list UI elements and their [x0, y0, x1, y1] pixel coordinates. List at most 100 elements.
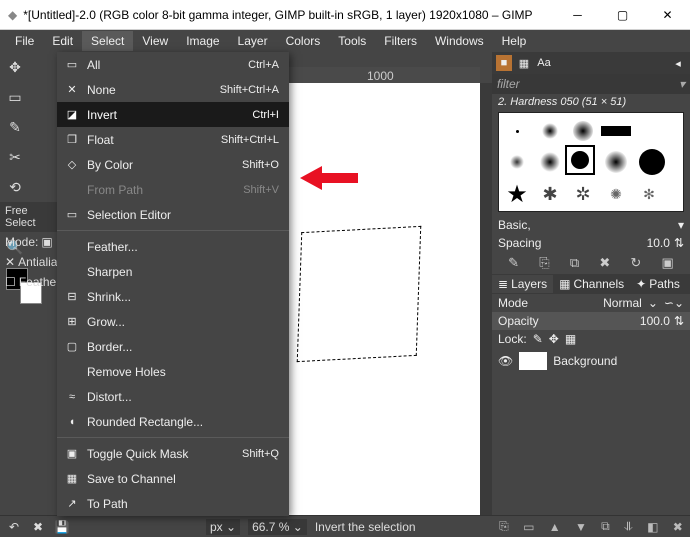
- menu-item-grow[interactable]: ⊞Grow...: [57, 309, 289, 334]
- free-select-tool-icon[interactable]: ✎: [3, 115, 27, 139]
- antialias-close-icon[interactable]: ✕: [5, 255, 15, 269]
- open-brush-icon[interactable]: ▣: [662, 255, 674, 271]
- to-path-icon: ↗: [63, 497, 81, 510]
- menu-item-border[interactable]: ▢Border...: [57, 334, 289, 359]
- lower-layer-icon[interactable]: ▼: [575, 520, 587, 534]
- annotation-arrow-icon: [300, 164, 360, 192]
- duplicate-brush-icon[interactable]: ⧉: [570, 255, 579, 271]
- menu-item-shrink[interactable]: ⊟Shrink...: [57, 284, 289, 309]
- cancel-icon[interactable]: ✖: [30, 520, 46, 534]
- undo-history-icon[interactable]: ↶: [6, 520, 22, 534]
- brush-filter-input[interactable]: filter▾: [492, 74, 690, 94]
- menu-item-remove-holes[interactable]: Remove Holes: [57, 359, 289, 384]
- unit-select[interactable]: px ⌄: [206, 519, 240, 535]
- new-layer-icon[interactable]: ⎘: [499, 519, 509, 534]
- menu-item-sharpen[interactable]: Sharpen: [57, 259, 289, 284]
- lock-pixels-icon[interactable]: ✎: [533, 332, 543, 346]
- new-brush-icon[interactable]: ⎘: [539, 255, 549, 271]
- menu-image[interactable]: Image: [177, 31, 228, 51]
- edit-brush-icon[interactable]: ✎: [508, 255, 519, 271]
- menu-select[interactable]: Select: [82, 31, 133, 51]
- menu-item-all[interactable]: ▭AllCtrl+A: [57, 52, 289, 77]
- mode-switch-icon[interactable]: ∽: [664, 296, 674, 310]
- rect-select-tool-icon[interactable]: ▭: [3, 85, 27, 109]
- menu-item-to-path[interactable]: ↗To Path: [57, 491, 289, 516]
- mode-icon[interactable]: ▣: [41, 235, 52, 249]
- tab-layers[interactable]: ≣Layers: [492, 275, 553, 293]
- layer-name: Background: [553, 354, 617, 368]
- layer-row[interactable]: 👁 Background: [492, 348, 690, 374]
- new-group-icon[interactable]: ▭: [523, 520, 534, 534]
- menu-windows[interactable]: Windows: [426, 31, 493, 51]
- patterns-tab-icon[interactable]: ▦: [516, 55, 532, 71]
- delete-brush-icon[interactable]: ✖: [599, 255, 610, 271]
- shrink-icon: ⊟: [63, 290, 81, 303]
- quick-mask-icon: ▣: [63, 447, 81, 460]
- lock-alpha-icon[interactable]: ▦: [565, 332, 576, 346]
- mask-layer-icon[interactable]: ◧: [647, 520, 658, 534]
- tab-menu-icon[interactable]: ◂: [670, 55, 686, 71]
- menu-item-by-color[interactable]: ◇By ColorShift+O: [57, 152, 289, 177]
- brushes-tab-icon[interactable]: ■: [496, 55, 512, 71]
- canvas[interactable]: [289, 83, 480, 515]
- scrollbar-vertical[interactable]: [480, 83, 492, 515]
- brush-grid[interactable]: ★ ✱ ✲ ✺ ✻: [498, 112, 684, 212]
- rounded-rect-icon: ◖: [63, 416, 81, 428]
- transform-tool-icon[interactable]: ⟲: [3, 175, 27, 199]
- close-button[interactable]: ✕: [645, 0, 690, 30]
- menu-item-float[interactable]: ❐FloatShift+Ctrl+L: [57, 127, 289, 152]
- menu-tools[interactable]: Tools: [329, 31, 375, 51]
- lock-position-icon[interactable]: ✥: [549, 332, 559, 346]
- crop-tool-icon[interactable]: ✂: [3, 145, 27, 169]
- tab-menu-icon[interactable]: ◂: [686, 276, 690, 293]
- menu-help[interactable]: Help: [493, 31, 536, 51]
- fonts-tab-icon[interactable]: Aa: [536, 55, 552, 71]
- menu-file[interactable]: File: [6, 31, 43, 51]
- spacing-slider[interactable]: Spacing 10.0 ⇅: [492, 234, 690, 252]
- ruler-horizontal[interactable]: 1000: [289, 67, 480, 83]
- zoom-select[interactable]: 66.7 % ⌄: [248, 519, 307, 535]
- paths-icon: ✦: [636, 277, 646, 291]
- menu-item-quick-mask[interactable]: ▣Toggle Quick MaskShift+Q: [57, 441, 289, 466]
- menu-item-feather[interactable]: Feather...: [57, 234, 289, 259]
- refresh-brush-icon[interactable]: ↻: [630, 255, 641, 271]
- menu-filters[interactable]: Filters: [375, 31, 426, 51]
- menu-edit[interactable]: Edit: [43, 31, 82, 51]
- tab-channels[interactable]: ▦Channels: [553, 275, 630, 293]
- menu-item-none[interactable]: ✕NoneShift+Ctrl+A: [57, 77, 289, 102]
- feather-checkbox[interactable]: ☐: [5, 275, 16, 289]
- raise-layer-icon[interactable]: ▲: [549, 520, 561, 534]
- chevron-down-icon: ▾: [678, 218, 684, 232]
- status-hint: Invert the selection: [315, 520, 416, 534]
- opacity-slider[interactable]: Opacity 100.0 ⇅: [492, 312, 690, 330]
- menu-item-selection-editor[interactable]: ▭Selection Editor: [57, 202, 289, 227]
- save-icon[interactable]: 💾: [54, 520, 70, 534]
- menu-item-distort[interactable]: ≈Distort...: [57, 384, 289, 409]
- move-tool-icon[interactable]: ✥: [3, 55, 27, 79]
- menu-colors[interactable]: Colors: [277, 31, 330, 51]
- tool-options: Free Select Mode: ▣ ✕ Antialias ☐ Feathe…: [0, 202, 57, 292]
- mode-label: Mode:: [5, 235, 38, 249]
- dock-tab-row: ■ ▦ Aa ◂: [492, 52, 690, 74]
- layer-thumbnail: [519, 352, 547, 370]
- chevron-up-down-icon[interactable]: ⇅: [674, 314, 684, 328]
- menu-item-save-to-channel[interactable]: ▦Save to Channel: [57, 466, 289, 491]
- brush-preset-select[interactable]: Basic,▾: [492, 216, 690, 234]
- all-icon: ▭: [63, 58, 81, 71]
- menu-view[interactable]: View: [133, 31, 177, 51]
- channels-icon: ▦: [559, 277, 570, 291]
- menu-item-invert[interactable]: ◪InvertCtrl+I: [57, 102, 289, 127]
- tab-paths[interactable]: ✦Paths: [630, 275, 686, 293]
- duplicate-layer-icon[interactable]: ⧉: [601, 519, 610, 534]
- lock-row: Lock: ✎ ✥ ▦: [492, 330, 690, 348]
- delete-layer-icon[interactable]: ✖: [673, 520, 683, 534]
- menu-item-rounded-rectangle[interactable]: ◖Rounded Rectangle...: [57, 409, 289, 434]
- merge-layer-icon[interactable]: ⥥: [624, 519, 633, 534]
- blend-mode-select[interactable]: Mode Normal ⌄ ∽ ⌄: [492, 294, 690, 312]
- menu-layer[interactable]: Layer: [229, 31, 277, 51]
- chevron-down-icon: ⌄: [674, 296, 684, 310]
- minimize-button[interactable]: ─: [555, 0, 600, 30]
- visibility-icon[interactable]: 👁: [498, 354, 513, 368]
- chevron-up-down-icon[interactable]: ⇅: [674, 236, 684, 250]
- maximize-button[interactable]: ▢: [600, 0, 645, 30]
